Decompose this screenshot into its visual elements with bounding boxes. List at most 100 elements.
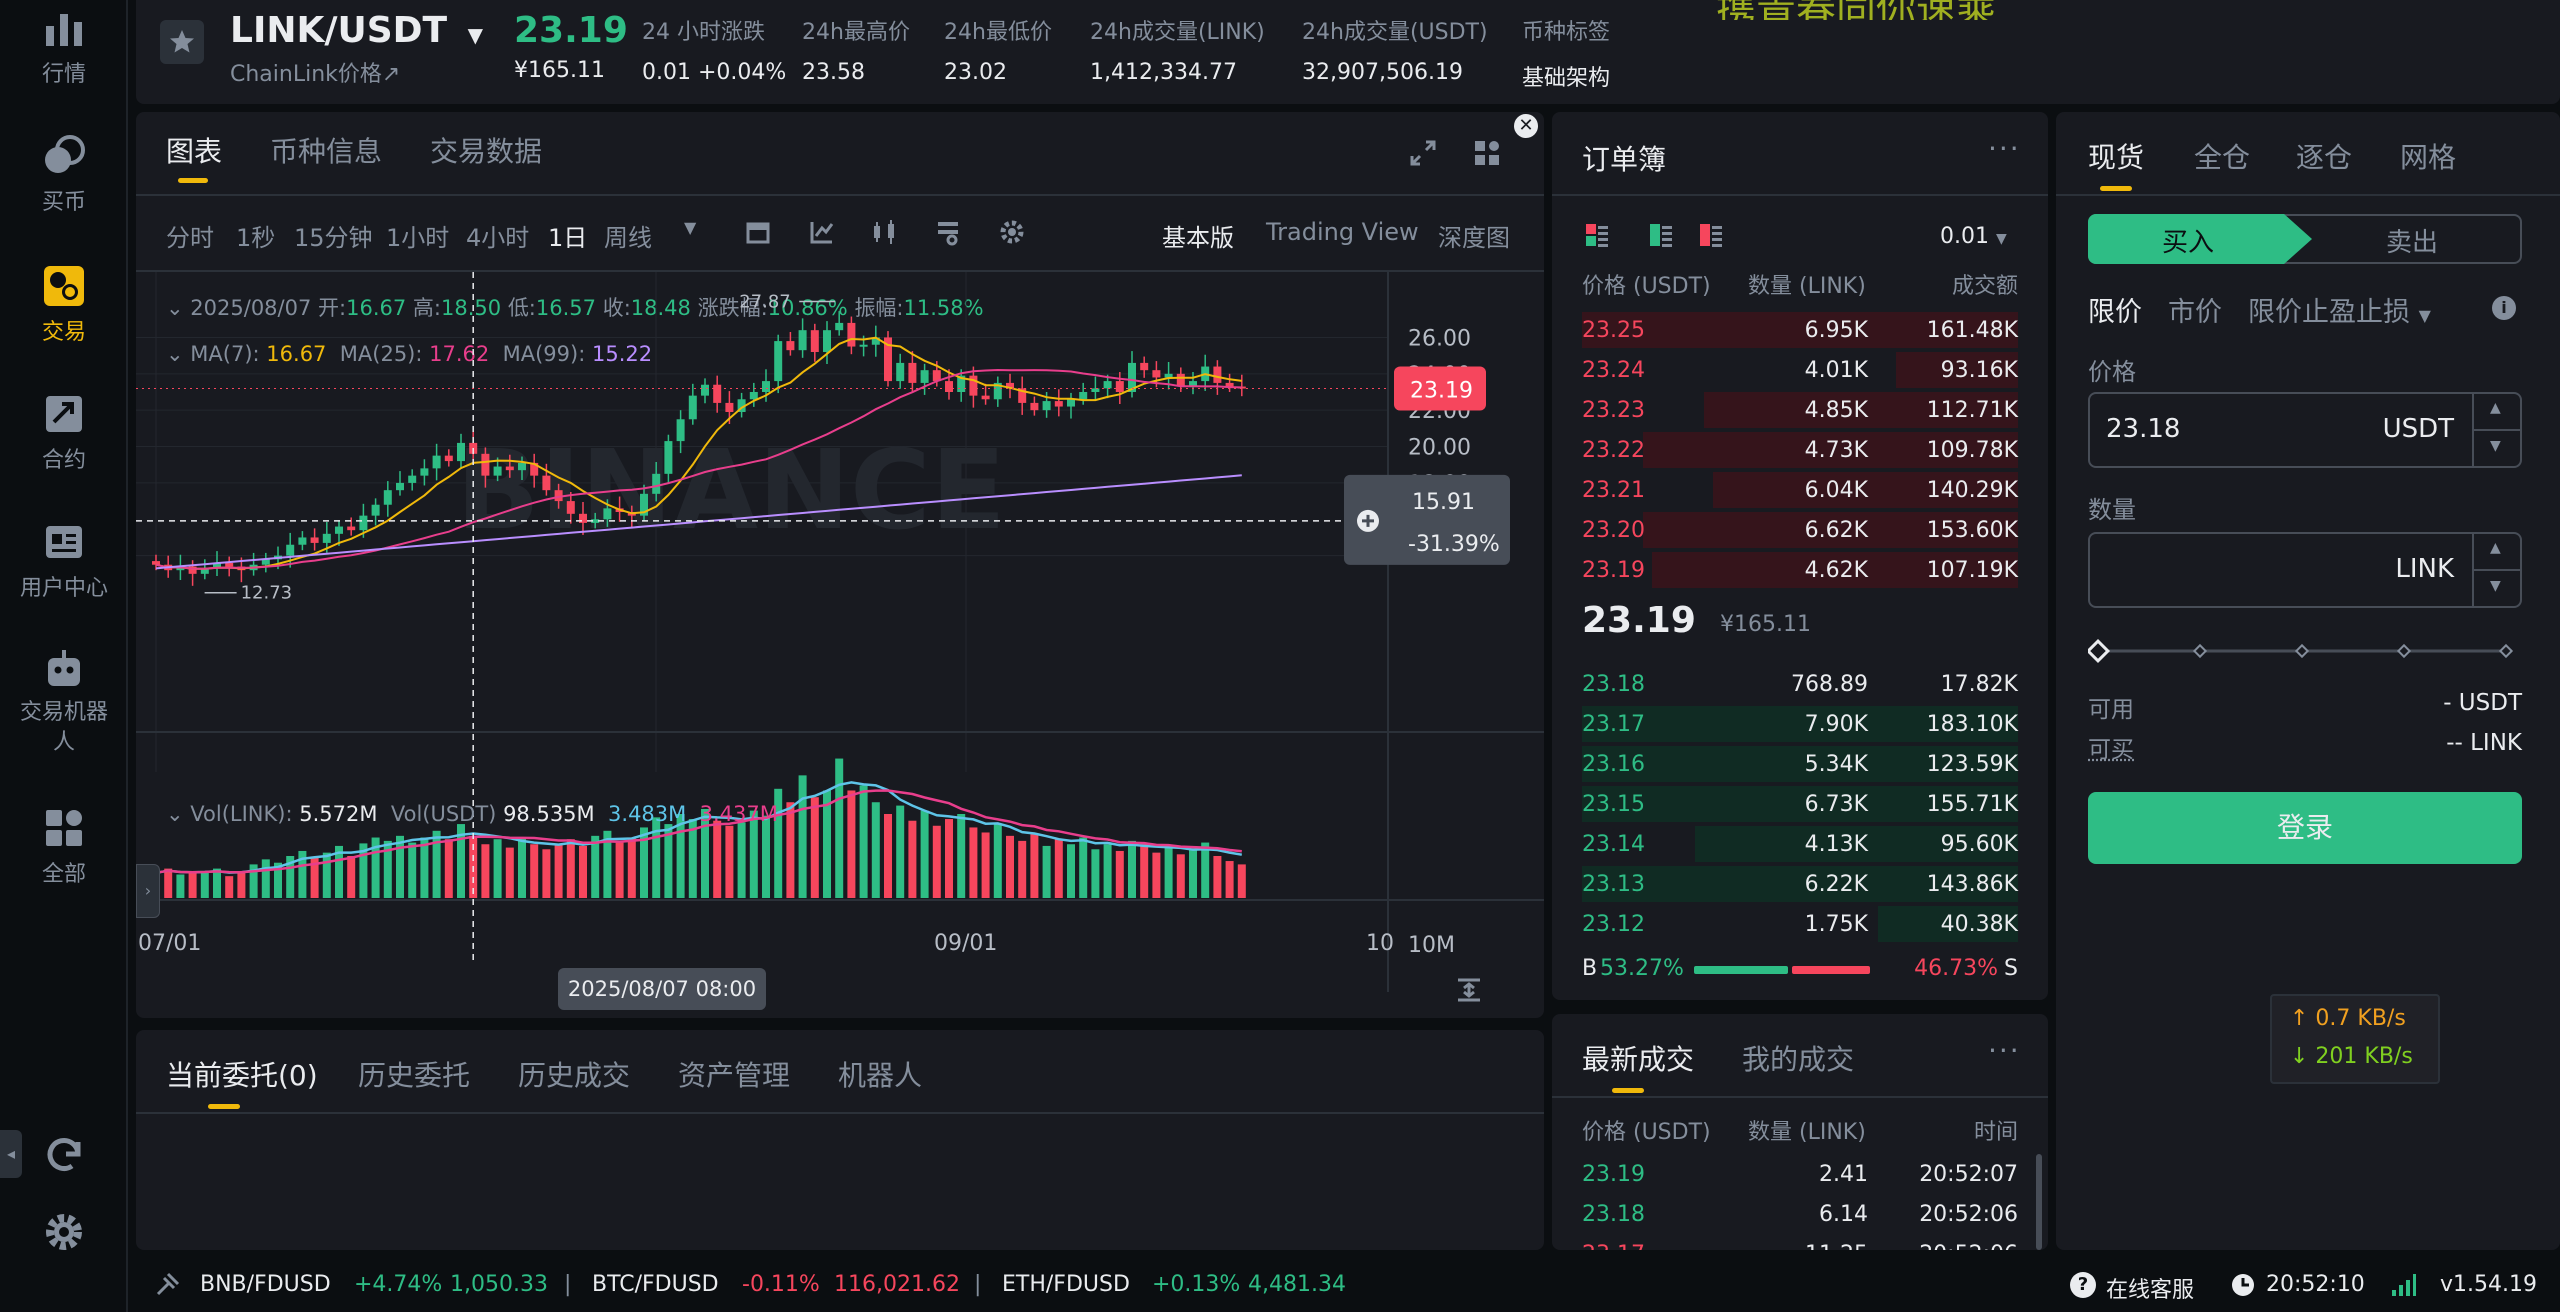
candle-body xyxy=(152,561,160,565)
order-type-market[interactable]: 市价 xyxy=(2168,290,2222,329)
order-type-limit[interactable]: 限价 xyxy=(2088,290,2142,329)
promo-banner[interactable]: 携青春同你速乘 xyxy=(1716,0,1996,20)
mode-depth[interactable]: 深度图 xyxy=(1438,218,1510,253)
ask-row[interactable]: 23.22 4.73K 109.78K xyxy=(1582,430,2018,470)
online-support-link[interactable]: 在线客服 xyxy=(2106,1272,2194,1304)
increment-icon[interactable]: ▲ xyxy=(2490,400,2501,416)
candle-body xyxy=(1213,366,1222,383)
scrollbar[interactable] xyxy=(2036,1154,2042,1250)
reset-scale-icon[interactable] xyxy=(1454,976,1484,1004)
crosshair-price-label: 15.91 xyxy=(1412,490,1475,515)
mode-tradingview[interactable]: Trading View xyxy=(1266,218,1419,246)
sidebar-item-all[interactable]: 全部 xyxy=(0,806,128,888)
settings-gear-icon[interactable] xyxy=(42,1210,86,1254)
candlestick-chart[interactable]: BINANCE 26.0024.0022.0020.0018.0014.0010… xyxy=(136,272,1544,992)
ask-row[interactable]: 23.19 4.62K 107.19K xyxy=(1582,550,2018,590)
bid-row[interactable]: 23.17 7.90K 183.10K xyxy=(1582,704,2018,744)
decrement-icon[interactable]: ▼ xyxy=(2490,438,2501,454)
price-stepper[interactable]: ▲ ▼ xyxy=(2472,394,2520,466)
tab-coin-info[interactable]: 币种信息 xyxy=(270,130,382,170)
ask-row[interactable]: 23.21 6.04K 140.29K xyxy=(1582,470,2018,510)
sidebar-item-futures[interactable]: 合约 xyxy=(0,392,128,474)
ticker-pair[interactable]: BTC/FDUSD xyxy=(592,1272,719,1297)
bid-row[interactable]: 23.12 1.75K 40.38K xyxy=(1582,904,2018,944)
mode-basic[interactable]: 基本版 xyxy=(1162,218,1234,253)
collapse-chevron-icon[interactable]: ⌄ xyxy=(166,802,184,826)
calendar-icon[interactable] xyxy=(744,218,772,246)
help-icon[interactable]: ? xyxy=(2070,1272,2096,1298)
sidebar-item-market[interactable]: 行情 xyxy=(0,6,128,88)
view-asks-icon[interactable] xyxy=(1698,222,1724,248)
collapse-sidebar-button[interactable]: ◂ xyxy=(0,1130,22,1178)
login-button[interactable]: 登录 xyxy=(2088,792,2522,864)
layout-icon[interactable] xyxy=(1472,138,1502,168)
bid-row[interactable]: 23.14 4.13K 95.60K xyxy=(1582,824,2018,864)
candle-style-icon[interactable] xyxy=(870,218,900,246)
tab-cross-margin[interactable]: 全仓 xyxy=(2194,136,2250,176)
bid-row[interactable]: 23.15 6.73K 155.71K xyxy=(1582,784,2018,824)
interval-1d[interactable]: 1日 xyxy=(548,218,587,253)
expand-drawing-tools-button[interactable]: › xyxy=(136,864,160,918)
tab-trading-data[interactable]: 交易数据 xyxy=(430,130,542,170)
tab-isolated-margin[interactable]: 逐仓 xyxy=(2296,136,2352,176)
caret-down-icon: ▼ xyxy=(2418,306,2431,325)
amount-slider[interactable] xyxy=(2088,636,2522,666)
interval-15m[interactable]: 15分钟 xyxy=(294,218,373,253)
ticker-pair[interactable]: ETH/FDUSD xyxy=(1002,1272,1130,1297)
interval-1h[interactable]: 1小时 xyxy=(386,218,449,253)
bid-row[interactable]: 23.16 5.34K 123.59K xyxy=(1582,744,2018,784)
view-bids-icon[interactable] xyxy=(1648,222,1674,248)
quantity-input[interactable]: LINK ▲ ▼ xyxy=(2088,532,2522,608)
tab-market-trades[interactable]: 最新成交 xyxy=(1582,1038,1694,1078)
decrement-icon[interactable]: ▼ xyxy=(2490,578,2501,594)
template-icon[interactable] xyxy=(934,218,962,246)
bid-row[interactable]: 23.13 6.22K 143.86K xyxy=(1582,864,2018,904)
ask-row[interactable]: 23.23 4.85K 112.71K xyxy=(1582,390,2018,430)
sidebar-item-trading-bot[interactable]: 交易机器人 xyxy=(0,648,128,758)
tab-spot[interactable]: 现货 xyxy=(2088,136,2144,176)
bid-row[interactable]: 23.18 768.89 17.82K xyxy=(1582,664,2018,704)
tab-open-orders[interactable]: 当前委托(0) xyxy=(166,1054,318,1094)
favorite-button[interactable] xyxy=(160,20,204,64)
refresh-icon[interactable] xyxy=(42,1134,86,1178)
divider xyxy=(2474,429,2520,431)
ticker-pair[interactable]: BNB/FDUSD xyxy=(200,1272,331,1297)
tab-my-trades[interactable]: 我的成交 xyxy=(1742,1038,1854,1078)
interval-time[interactable]: 分时 xyxy=(166,218,214,253)
indicator-icon[interactable] xyxy=(808,218,836,246)
interval-more-icon[interactable]: ▼ xyxy=(684,218,696,237)
sidebar-item-user-center[interactable]: 用户中心 xyxy=(0,520,128,602)
quantity-stepper[interactable]: ▲ ▼ xyxy=(2472,534,2520,606)
pair-selector[interactable]: LINK/USDT ▼ xyxy=(230,10,483,51)
candle-body xyxy=(1054,401,1063,407)
view-both-icon[interactable] xyxy=(1584,222,1610,248)
tab-chart[interactable]: 图表 xyxy=(166,130,222,170)
more-options-icon[interactable]: ··· xyxy=(1988,1034,2021,1067)
ask-row[interactable]: 23.20 6.62K 153.60K xyxy=(1582,510,2018,550)
precision-select[interactable]: 0.01 ▼ xyxy=(1940,224,2007,249)
order-type-stop-limit[interactable]: 限价止盈止损 ▼ xyxy=(2248,290,2431,329)
expand-icon[interactable] xyxy=(1408,138,1438,168)
tab-bots[interactable]: 机器人 xyxy=(838,1054,922,1094)
interval-4h[interactable]: 4小时 xyxy=(466,218,529,253)
sidebar-item-trade[interactable]: 交易 xyxy=(0,264,128,346)
interval-1s[interactable]: 1秒 xyxy=(236,218,275,253)
sidebar-item-buy-crypto[interactable]: 买币 xyxy=(0,134,128,216)
tab-grid[interactable]: 网格 xyxy=(2400,136,2456,176)
ask-row[interactable]: 23.25 6.95K 161.48K xyxy=(1582,310,2018,350)
info-icon[interactable]: i xyxy=(2492,296,2516,320)
sell-tab[interactable]: 卖出 xyxy=(2386,222,2438,259)
close-icon[interactable]: ✕ xyxy=(1514,114,1538,138)
ask-row[interactable]: 23.24 4.01K 93.16K xyxy=(1582,350,2018,390)
increment-icon[interactable]: ▲ xyxy=(2490,540,2501,556)
volume-bar xyxy=(408,842,417,898)
tab-order-history[interactable]: 历史委托 xyxy=(358,1054,470,1094)
coin-info-link[interactable]: ChainLink价格↗ xyxy=(230,56,400,88)
interval-1w[interactable]: 周线 xyxy=(604,218,652,253)
tab-asset-management[interactable]: 资产管理 xyxy=(678,1054,790,1094)
more-options-icon[interactable]: ··· xyxy=(1988,132,2021,165)
tab-trade-history[interactable]: 历史成交 xyxy=(518,1054,630,1094)
price-input[interactable]: 23.18 USDT ▲ ▼ xyxy=(2088,392,2522,468)
chart-settings-icon[interactable] xyxy=(998,218,1026,246)
candle-body xyxy=(1067,399,1075,407)
